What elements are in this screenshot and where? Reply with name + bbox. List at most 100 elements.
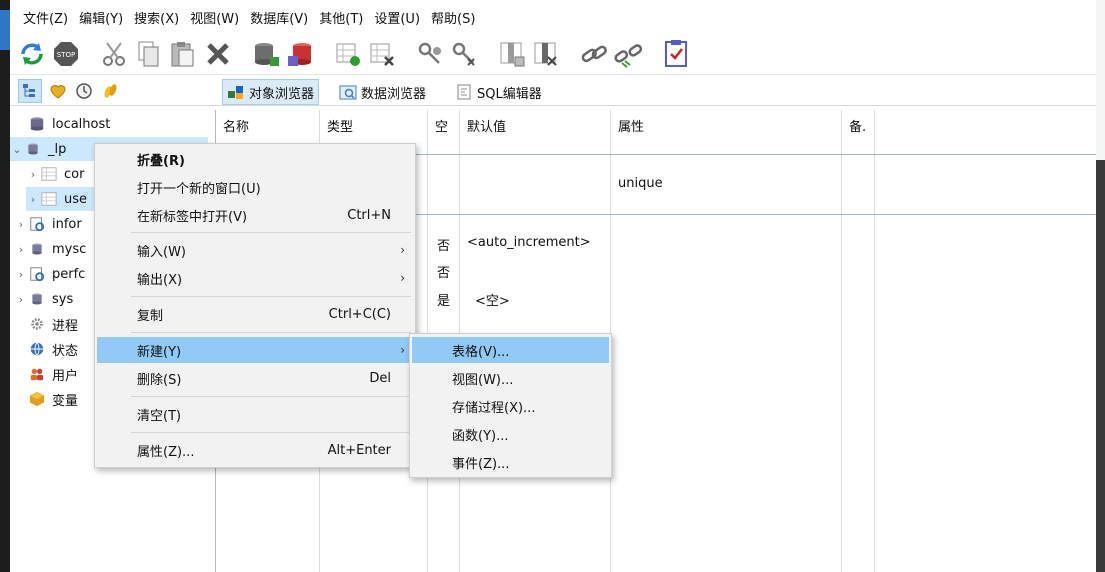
chevron-down-icon[interactable]: ⌄ [10, 143, 24, 156]
menu-item-open-new-window[interactable]: 打开一个新的窗口(U) [97, 174, 413, 200]
copy-icon[interactable] [132, 38, 164, 70]
column-add-icon[interactable] [496, 38, 528, 70]
chevron-right-icon[interactable]: › [14, 243, 28, 256]
submenu-item-table[interactable]: 表格(V)... [412, 337, 609, 363]
refresh-icon[interactable] [16, 38, 48, 70]
default-cell[interactable]: <auto_increment> [467, 235, 591, 250]
menu-item-import[interactable]: 输入(W) › [97, 237, 413, 263]
left-desktop-edge [0, 0, 10, 572]
column-header-comment[interactable]: 备. [849, 116, 866, 135]
svg-text:STOP: STOP [57, 51, 75, 59]
tree-item-performance-schema[interactable]: › perfc [14, 262, 86, 286]
chevron-right-icon[interactable]: › [14, 218, 28, 231]
menu-view[interactable]: 视图(W) [185, 8, 244, 32]
unlink-icon[interactable] [612, 38, 644, 70]
chevron-right-icon[interactable]: › [26, 193, 40, 206]
menu-settings[interactable]: 设置(U) [369, 8, 425, 32]
favorites-icon[interactable] [46, 79, 70, 103]
tree-item-label: 进程 [52, 318, 79, 334]
submenu-item-view[interactable]: 视图(W)... [412, 365, 609, 391]
table-icon [40, 165, 58, 183]
submenu-arrow-icon: › [400, 243, 405, 257]
menu-file[interactable]: 文件(Z) [18, 8, 73, 32]
menu-item-new[interactable]: 新建(Y) › [97, 337, 413, 363]
key-delete-icon[interactable] [448, 38, 480, 70]
menu-item-open-in-new-tab[interactable]: 在新标签中打开(V) Ctrl+N [97, 202, 413, 228]
tree-item-label: use [64, 191, 88, 207]
tab-data-browser[interactable]: 数据浏览器 [334, 79, 431, 105]
tree-item-label: 变量 [52, 393, 79, 409]
key-add-icon[interactable] [414, 38, 446, 70]
delete-icon[interactable] [202, 38, 234, 70]
checklist-icon[interactable] [660, 38, 692, 70]
chevron-right-icon[interactable]: › [14, 293, 28, 306]
tree-item-information-schema[interactable]: › infor [14, 212, 82, 236]
cut-icon[interactable] [98, 38, 130, 70]
submenu-arrow-icon: › [400, 343, 405, 357]
menu-database[interactable]: 数据库(V) [245, 8, 313, 32]
history-icon[interactable] [72, 79, 96, 103]
tree-item-label: sys [52, 291, 74, 307]
null-cell[interactable]: 是 [437, 290, 450, 309]
column-header-default[interactable]: 默认值 [467, 116, 506, 135]
table-icon [40, 190, 58, 208]
submenu-item-function[interactable]: 函数(Y)... [412, 421, 609, 447]
link-icon[interactable] [578, 38, 610, 70]
column-delete-icon[interactable] [530, 38, 562, 70]
tree-item-status[interactable]: 状态 [28, 337, 78, 361]
paste-icon[interactable] [166, 38, 198, 70]
shortcut-text: Del [369, 370, 391, 386]
submenu-item-stored-procedure[interactable]: 存储过程(X)... [412, 393, 609, 419]
tree-item-variables[interactable]: 变量 [28, 387, 78, 411]
tree-item-users[interactable]: 用户 [28, 362, 78, 386]
tab-sql-editor[interactable]: SQL编辑器 [450, 79, 547, 105]
tab-sql-editor-label: SQL编辑器 [477, 86, 542, 102]
snippets-icon[interactable] [98, 79, 122, 103]
tree-view-icon[interactable] [18, 79, 42, 103]
menu-item-export[interactable]: 输出(X) › [97, 265, 413, 291]
chevron-right-icon[interactable]: › [26, 168, 40, 181]
submenu-arrow-icon: › [400, 271, 405, 285]
tab-object-browser[interactable]: 对象浏览器 [222, 79, 320, 105]
sql-editor-icon [455, 83, 473, 101]
new-submenu: 表格(V)... 视图(W)... 存储过程(X)... 函数(Y)... 事件… [409, 333, 612, 478]
menu-other[interactable]: 其他(T) [314, 8, 368, 32]
null-cell[interactable]: 否 [437, 262, 450, 281]
globe-icon [28, 340, 46, 358]
table-add-icon[interactable] [332, 38, 364, 70]
chevron-right-icon[interactable]: › [14, 268, 28, 281]
tree-item-table-1[interactable]: › cor [26, 162, 85, 186]
attribute-cell[interactable]: unique [618, 176, 663, 191]
menu-bar: 文件(Z) 编辑(Y) 搜索(X) 视图(W) 数据库(V) 其他(T) 设置(… [10, 8, 481, 32]
shortcut-text: Alt+Enter [327, 442, 391, 458]
database-add-icon[interactable] [250, 38, 282, 70]
table-delete-icon[interactable] [366, 38, 398, 70]
schema-icon [28, 265, 46, 283]
stop-icon[interactable]: STOP [50, 38, 82, 70]
tree-item-label: localhost [52, 116, 111, 132]
column-header-type[interactable]: 类型 [327, 116, 353, 135]
tree-item-processes[interactable]: 进程 [28, 312, 78, 336]
column-header-attributes[interactable]: 属性 [618, 116, 644, 135]
tree-item-sys[interactable]: › sys [14, 287, 73, 311]
menu-search[interactable]: 搜索(X) [129, 8, 184, 32]
menu-help[interactable]: 帮助(S) [426, 8, 480, 32]
tree-item-localhost[interactable]: localhost [14, 112, 110, 136]
menu-edit[interactable]: 编辑(Y) [74, 8, 128, 32]
submenu-item-event[interactable]: 事件(Z)... [412, 449, 609, 475]
menu-item-collapse[interactable]: 折叠(R) [97, 146, 413, 172]
database-icon [28, 240, 46, 258]
menu-item-empty[interactable]: 清空(T) [97, 401, 413, 427]
default-cell[interactable]: <空> [475, 290, 510, 309]
tree-item-mysql[interactable]: › mysc [14, 237, 86, 261]
database-delete-icon[interactable] [284, 38, 316, 70]
column-header-name[interactable]: 名称 [223, 116, 249, 135]
box-icon [28, 390, 46, 408]
menu-item-copy[interactable]: 复制 Ctrl+C(C) [97, 301, 413, 327]
menu-item-delete[interactable]: 删除(S) Del [97, 365, 413, 391]
right-desktop-edge [1096, 0, 1105, 572]
null-cell[interactable]: 否 [437, 235, 450, 254]
column-header-null[interactable]: 空 [435, 116, 448, 135]
database-icon [28, 290, 46, 308]
menu-item-properties[interactable]: 属性(Z)... Alt+Enter [97, 437, 413, 463]
